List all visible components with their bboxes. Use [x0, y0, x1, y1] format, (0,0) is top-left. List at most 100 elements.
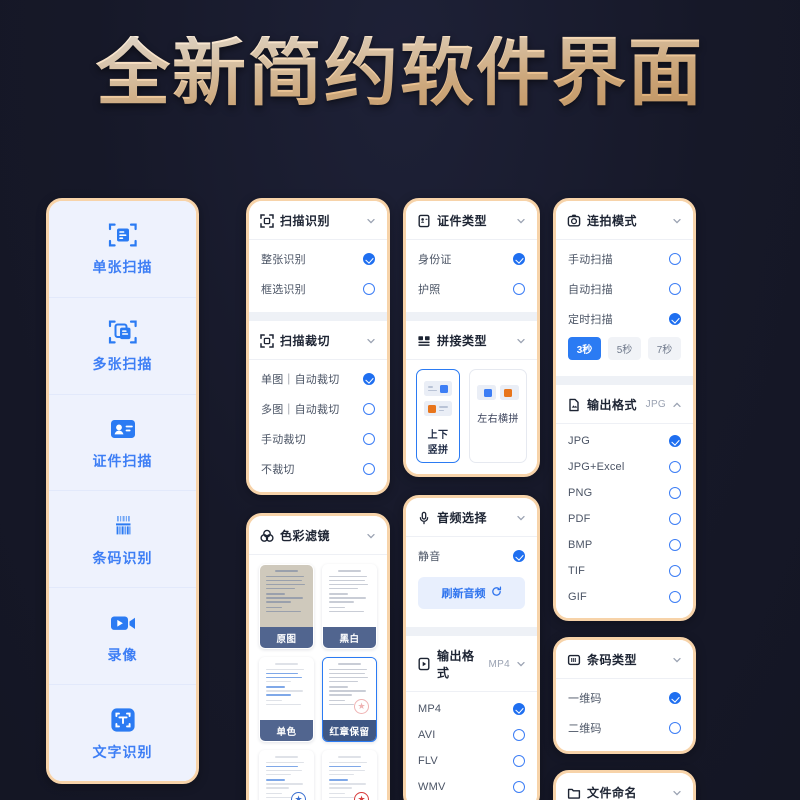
- panel-title: 扫描裁切: [280, 334, 331, 348]
- radio-selected-icon[interactable]: [513, 703, 525, 715]
- chevron-down-icon[interactable]: [672, 216, 682, 226]
- sidebar-item-text-recognition[interactable]: 文字识别: [49, 685, 196, 781]
- filter-thumb-red-stamp[interactable]: ★ 红章保留: [322, 657, 377, 742]
- radio-selected-icon[interactable]: [363, 373, 375, 385]
- filter-thumb-bw[interactable]: 黑白: [322, 564, 377, 649]
- chevron-down-icon[interactable]: [366, 531, 376, 541]
- timer-chip[interactable]: 7秒: [648, 337, 681, 360]
- panel-header[interactable]: 输出格式 JPG: [556, 385, 693, 424]
- panel-header[interactable]: 文件命名: [556, 773, 693, 800]
- filter-thumb-original[interactable]: 原图: [259, 564, 314, 649]
- thumb-label: 原图: [260, 627, 313, 648]
- option-row[interactable]: JPG+Excel: [556, 454, 693, 480]
- option-row[interactable]: 护照: [406, 274, 537, 304]
- option-row[interactable]: 二维码: [556, 713, 693, 743]
- radio-icon[interactable]: [669, 539, 681, 551]
- option-row[interactable]: FLV: [406, 748, 537, 774]
- option-row[interactable]: 整张识别: [249, 244, 387, 274]
- timer-chip[interactable]: 5秒: [608, 337, 641, 360]
- chevron-down-icon[interactable]: [516, 659, 526, 669]
- sidebar-item-multi-scan[interactable]: 多张扫描: [49, 298, 196, 395]
- radio-selected-icon[interactable]: [513, 253, 525, 265]
- chevron-down-icon[interactable]: [516, 513, 526, 523]
- option-row[interactable]: 定时扫描: [556, 304, 693, 334]
- option-row[interactable]: 一维码: [556, 683, 693, 713]
- option-row[interactable]: BMP: [556, 532, 693, 558]
- chevron-down-icon[interactable]: [672, 655, 682, 665]
- sidebar-item-record[interactable]: 录像: [49, 588, 196, 686]
- refresh-icon: [491, 586, 502, 600]
- radio-icon[interactable]: [669, 487, 681, 499]
- radio-icon[interactable]: [363, 433, 375, 445]
- radio-icon[interactable]: [363, 283, 375, 295]
- option-row[interactable]: 多图｜自动裁切: [249, 394, 387, 424]
- panel-header[interactable]: 条码类型: [556, 640, 693, 679]
- panel-header-right: [366, 336, 376, 346]
- panel-splice-type: 拼接类型 上下竖拼 左右横拼: [406, 312, 537, 474]
- option-row[interactable]: 单图｜自动裁切: [249, 364, 387, 394]
- radio-icon[interactable]: [513, 729, 525, 741]
- option-row[interactable]: 手动裁切: [249, 424, 387, 454]
- sidebar-item-single-scan[interactable]: 单张扫描: [49, 201, 196, 298]
- option-row[interactable]: AVI: [406, 722, 537, 748]
- option-row[interactable]: 静音: [406, 541, 537, 571]
- radio-icon[interactable]: [669, 722, 681, 734]
- radio-icon[interactable]: [669, 565, 681, 577]
- option-row[interactable]: WMV: [406, 774, 537, 800]
- timer-chip[interactable]: 3秒: [568, 337, 601, 360]
- panel-header[interactable]: 扫描裁切: [249, 321, 387, 360]
- panel-header[interactable]: 色彩滤镜: [249, 516, 387, 555]
- radio-icon[interactable]: [669, 591, 681, 603]
- sidebar-item-id-scan[interactable]: 证件扫描: [49, 395, 196, 492]
- radio-icon[interactable]: [513, 283, 525, 295]
- filter-thumb-stamp-enhance[interactable]: ★ 印章增强: [322, 750, 377, 800]
- option-row[interactable]: 手动扫描: [556, 244, 693, 274]
- panel-header[interactable]: 输出格式 MP4: [406, 636, 537, 692]
- chevron-down-icon[interactable]: [516, 336, 526, 346]
- chevron-up-icon[interactable]: [672, 400, 682, 410]
- avatar: [440, 384, 448, 393]
- radio-selected-icon[interactable]: [669, 435, 681, 447]
- option-row[interactable]: PNG: [556, 480, 693, 506]
- option-row[interactable]: JPG: [556, 428, 693, 454]
- panel-header[interactable]: 证件类型: [406, 201, 537, 240]
- radio-selected-icon[interactable]: [513, 550, 525, 562]
- chevron-down-icon[interactable]: [516, 216, 526, 226]
- radio-icon[interactable]: [363, 463, 375, 475]
- option-label: JPG: [568, 435, 590, 447]
- option-row[interactable]: 自动扫描: [556, 274, 693, 304]
- radio-icon[interactable]: [513, 755, 525, 767]
- option-row[interactable]: 框选识别: [249, 274, 387, 304]
- chevron-down-icon[interactable]: [366, 216, 376, 226]
- radio-icon[interactable]: [669, 283, 681, 295]
- radio-icon[interactable]: [669, 253, 681, 265]
- chevron-down-icon[interactable]: [672, 788, 682, 798]
- option-row[interactable]: 不裁切: [249, 454, 387, 484]
- panel-header[interactable]: 扫描识别: [249, 201, 387, 240]
- radio-icon[interactable]: [669, 513, 681, 525]
- radio-selected-icon[interactable]: [669, 313, 681, 325]
- panel-header[interactable]: 拼接类型: [406, 321, 537, 360]
- splice-thumb-horizontal[interactable]: 左右横拼: [469, 369, 527, 463]
- radio-icon[interactable]: [513, 781, 525, 793]
- panel-body: MP4 AVI FLV WMV: [406, 692, 537, 800]
- panel-header[interactable]: 音频选择: [406, 498, 537, 537]
- sidebar-item-label: 文字识别: [92, 743, 153, 760]
- filter-thumb-blue-stamp[interactable]: ★ 蓝章保留: [259, 750, 314, 800]
- radio-selected-icon[interactable]: [363, 253, 375, 265]
- option-row[interactable]: MP4: [406, 696, 537, 722]
- radio-icon[interactable]: [669, 461, 681, 473]
- radio-selected-icon[interactable]: [669, 692, 681, 704]
- microphone-icon: [417, 511, 431, 525]
- refresh-audio-button[interactable]: 刷新音频: [418, 577, 525, 609]
- splice-thumb-vertical[interactable]: 上下竖拼: [416, 369, 460, 463]
- option-row[interactable]: TIF: [556, 558, 693, 584]
- option-row[interactable]: GIF: [556, 584, 693, 610]
- chevron-down-icon[interactable]: [366, 336, 376, 346]
- filter-thumb-mono[interactable]: 单色: [259, 657, 314, 742]
- radio-icon[interactable]: [363, 403, 375, 415]
- option-row[interactable]: PDF: [556, 506, 693, 532]
- option-row[interactable]: 身份证: [406, 244, 537, 274]
- sidebar-item-barcode[interactable]: 条码识别: [49, 491, 196, 589]
- panel-header[interactable]: 连拍模式: [556, 201, 693, 240]
